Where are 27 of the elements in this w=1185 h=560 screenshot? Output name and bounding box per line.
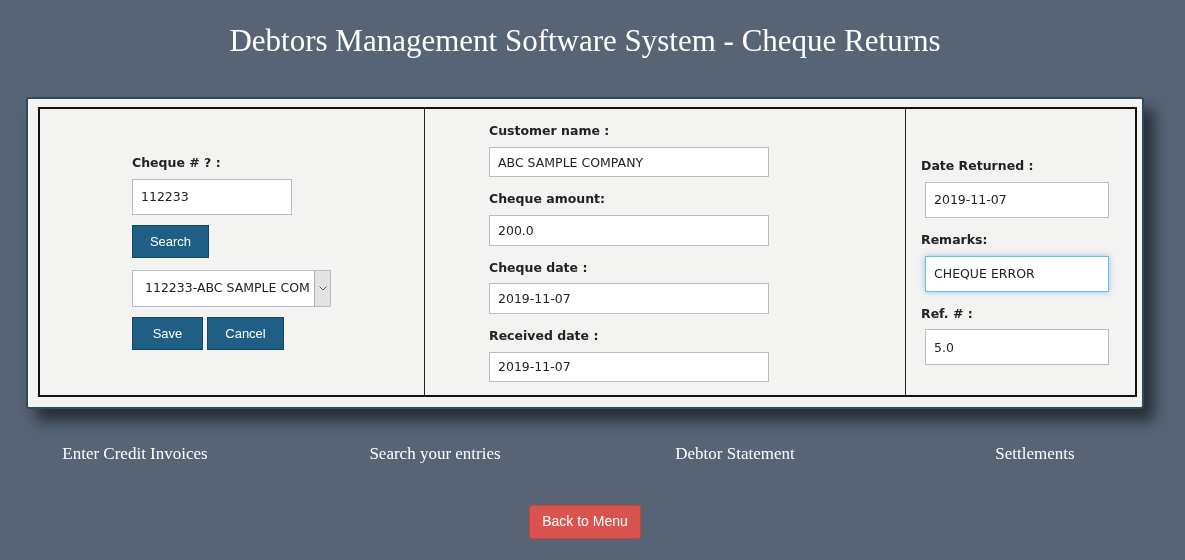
page-title: Debtors Management Software System - Cheque Returns [228,22,942,60]
field-label: Customer name : [489,122,610,140]
input-field[interactable]: 2019-11-07 [925,181,1109,218]
nav-link[interactable]: Search your entries [369,441,501,467]
input-field[interactable]: 2019-11-07 [489,351,769,382]
back-to-menu-button[interactable]: Back to Menu [529,504,641,539]
cheque-select[interactable]: 112233-ABC SAMPLE COM [132,269,331,307]
input-field[interactable]: 112233 [132,178,292,215]
input-field[interactable]: ABC SAMPLE COMPANY [489,146,769,178]
search-button[interactable]: Search [132,224,209,258]
input-field[interactable]: CHEQUE ERROR [925,255,1109,292]
field-label: Cheque date : [489,258,588,277]
cancel-button[interactable]: Cancel [207,316,284,350]
field-label: Cheque amount: [489,190,606,209]
field-label: Received date : [489,326,599,345]
input-field[interactable]: 200.0 [489,215,769,246]
save-button[interactable]: Save [132,316,203,350]
input-field[interactable]: 2019-11-07 [489,283,769,314]
field-label: Cheque # ? : [132,154,221,172]
caret-icon [318,285,327,291]
field-label: Remarks: [921,230,988,249]
field-label: Ref. # : [921,304,973,323]
input-field[interactable]: 5.0 [925,329,1109,366]
nav-link[interactable]: Enter Credit Invoices [62,441,208,467]
field-label: Date Returned : [921,157,1034,175]
nav-link[interactable]: Settlements [995,441,1075,467]
nav-link[interactable]: Debtor Statement [675,441,795,467]
